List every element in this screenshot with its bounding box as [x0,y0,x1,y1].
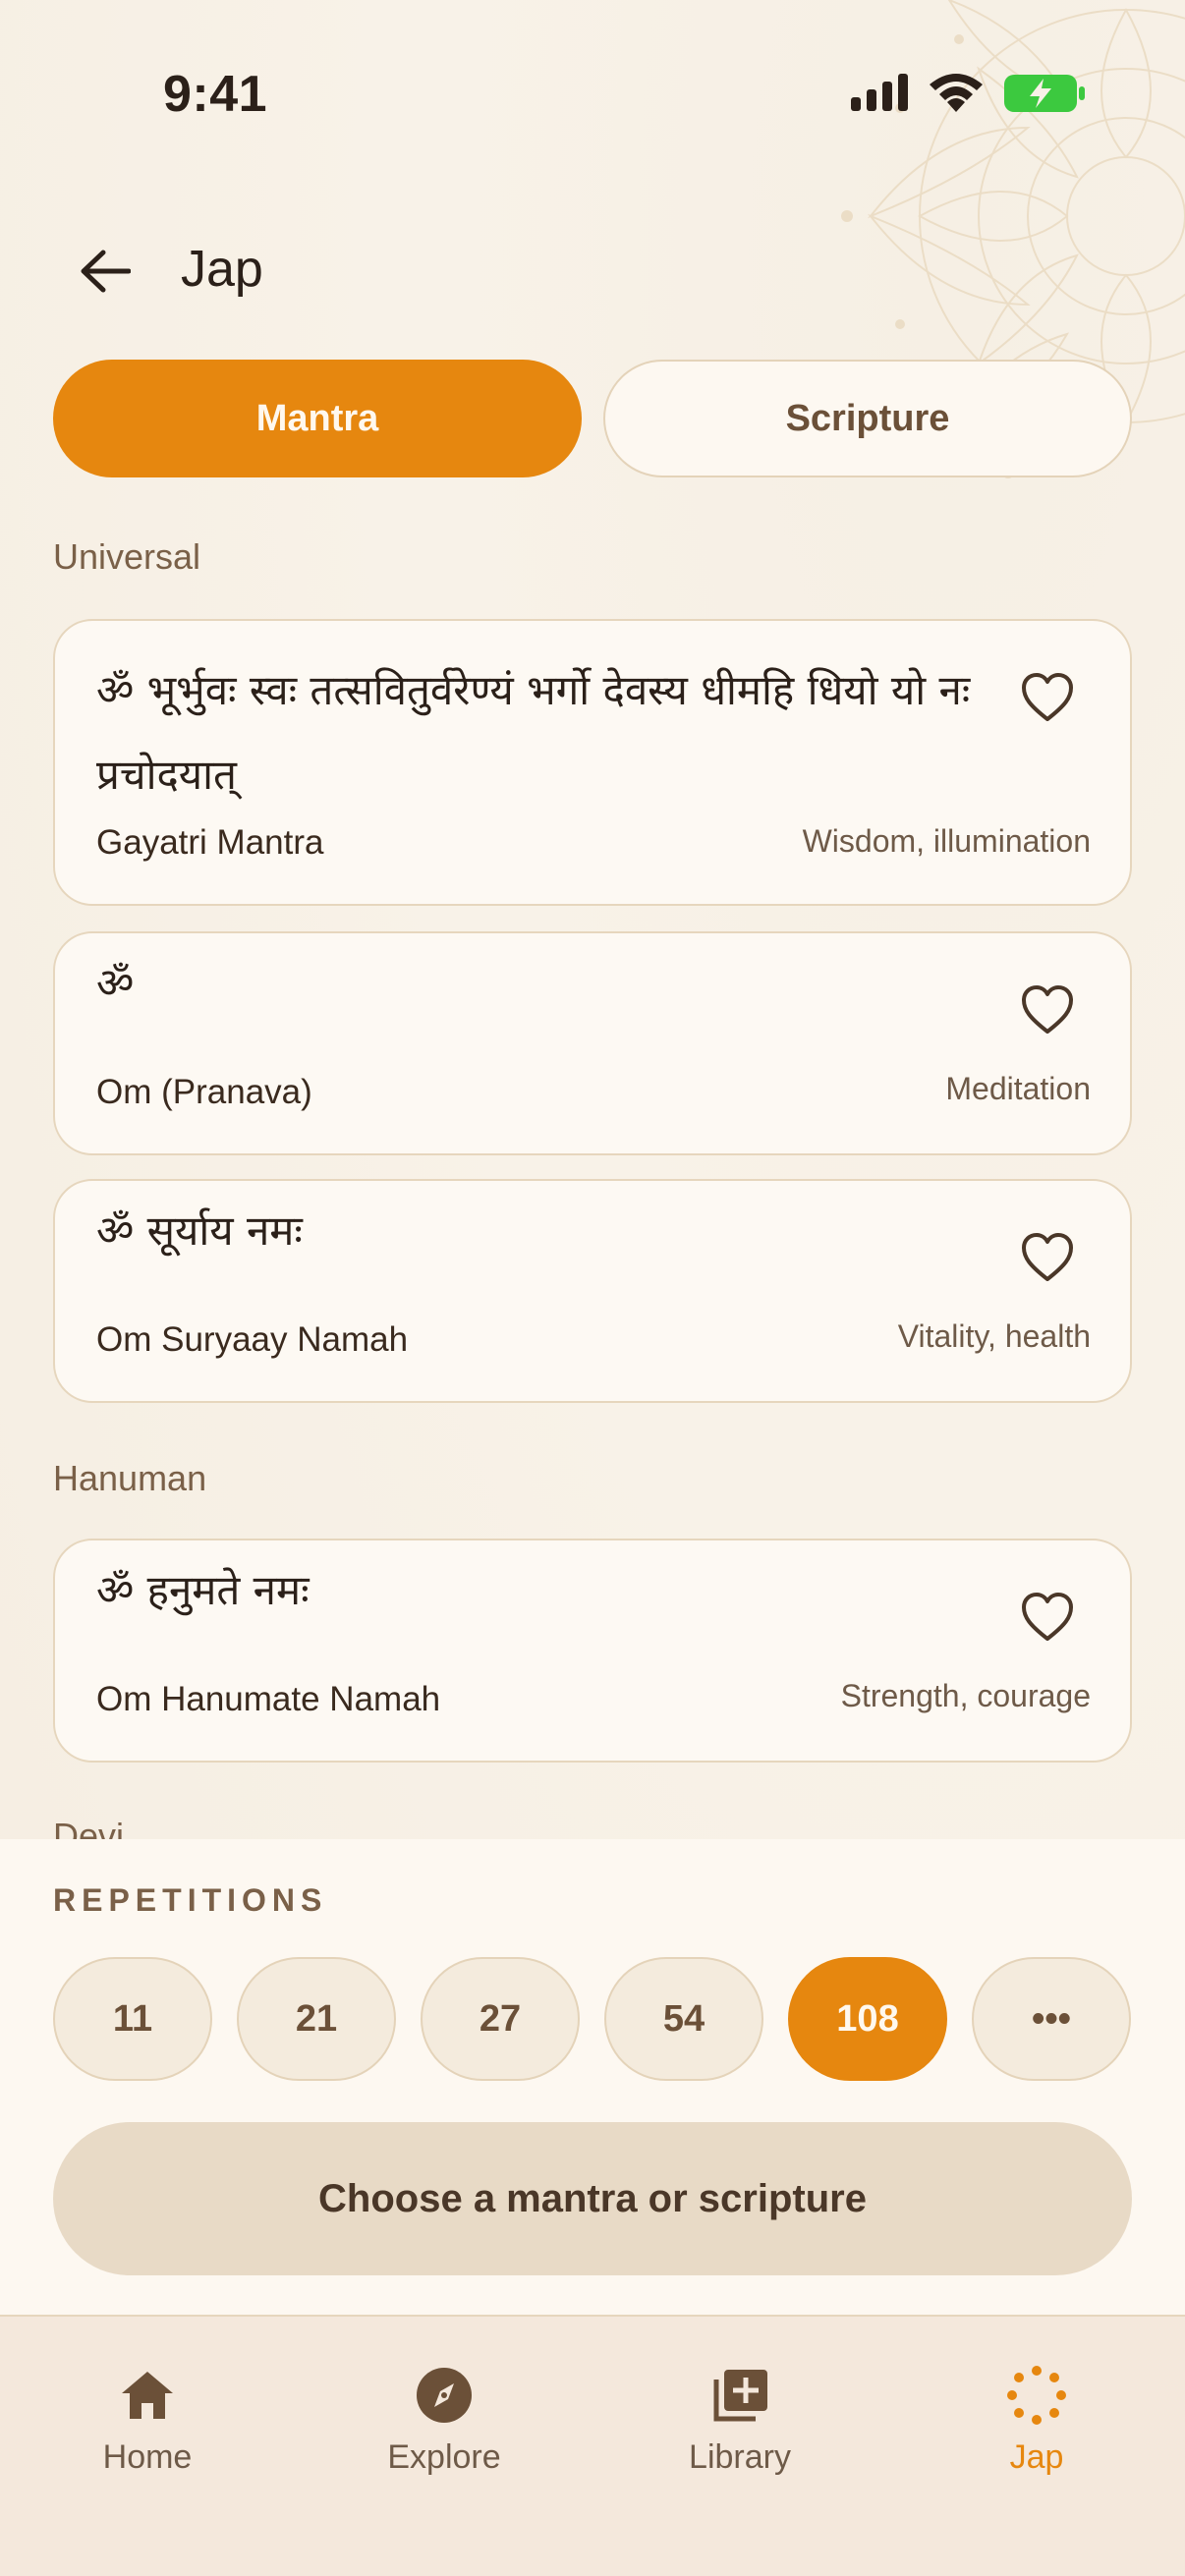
arrow-left-icon [81,250,131,293]
mantra-card-om[interactable]: ॐ Om (Pranava) Meditation [53,931,1132,1155]
repetition-option-108[interactable]: 108 [788,1957,947,2081]
repetition-more-button[interactable]: ••• [972,1957,1131,2081]
mantra-name: Om Hanumate Namah [96,1680,441,1718]
nav-label: Jap [1009,2438,1064,2476]
section-label-hanuman: Hanuman [53,1458,207,1498]
back-button[interactable] [71,242,140,301]
heart-icon[interactable] [1020,1232,1075,1283]
mantra-sanskrit: ॐ [96,959,135,1007]
mantra-benefit: Wisdom, illumination [802,823,1091,859]
heart-icon[interactable] [1020,984,1075,1036]
signal-icon [851,74,908,111]
page-title: Jap [181,241,263,298]
header: Jap [0,226,1185,314]
tab-bar: Mantra Scripture [53,360,1132,477]
repetition-option-54[interactable]: 54 [604,1957,763,2081]
status-icons [851,73,1087,114]
mantra-benefit: Meditation [945,1071,1091,1106]
nav-item-explore[interactable]: Explore [297,2364,592,2477]
status-time: 9:41 [163,66,268,123]
status-bar: 9:41 [0,0,1185,147]
mantra-benefit: Vitality, health [897,1318,1091,1354]
section-label-universal: Universal [53,536,201,577]
library-add-icon [713,2370,767,2422]
nav-label: Library [689,2438,791,2476]
tab-mantra[interactable]: Mantra [53,360,582,477]
mantra-name: Gayatri Mantra [96,823,324,862]
screen: 9:41 Jap Mantra Scripture Universal ॐ भू… [0,0,1185,2576]
nav-label: Home [102,2438,193,2476]
repetitions-options: 11 21 27 54 108 ••• [53,1957,1132,2081]
jap-beads-icon [1007,2366,1066,2425]
repetition-option-27[interactable]: 27 [421,1957,580,2081]
choose-mantra-button[interactable]: Choose a mantra or scripture [53,2122,1132,2275]
battery-icon [1004,75,1085,112]
tab-scripture[interactable]: Scripture [603,360,1132,477]
repetition-option-11[interactable]: 11 [53,1957,212,2081]
repetitions-sheet: REPETITIONS 11 21 27 54 108 ••• Choose a… [0,1839,1185,2315]
mantra-benefit: Strength, courage [840,1678,1091,1713]
mantra-sanskrit: ॐ भूर्भुवः स्वः तत्सवितुर्वरेण्यं भर्गो … [96,666,971,799]
home-icon [122,2372,173,2419]
mantra-name: Om (Pranava) [96,1073,312,1111]
repetitions-label: REPETITIONS [53,1882,328,1918]
bottom-nav: Home Explore Library Jap [0,2315,1185,2576]
mantra-card-surya[interactable]: ॐ सूर्याय नमः Om Suryaay Namah Vitality,… [53,1179,1132,1403]
repetition-option-21[interactable]: 21 [237,1957,396,2081]
wifi-icon [930,74,983,112]
mantra-card-hanuman[interactable]: ॐ हनुमते नमः Om Hanumate Namah Strength,… [53,1539,1132,1763]
mantra-sanskrit: ॐ हनुमते नमः [96,1566,310,1614]
heart-icon[interactable] [1020,1592,1075,1643]
nav-label: Explore [387,2438,501,2476]
heart-icon[interactable] [1020,672,1075,723]
mantra-card-gayatri[interactable]: ॐ भूर्भुवः स्वः तत्सवितुर्वरेण्यं भर्गो … [53,619,1132,906]
nav-item-library[interactable]: Library [592,2364,887,2477]
nav-item-home[interactable]: Home [0,2364,295,2477]
mantra-sanskrit: ॐ सूर्याय नमः [96,1206,303,1255]
mantra-name: Om Suryaay Namah [96,1320,409,1359]
nav-item-jap[interactable]: Jap [889,2364,1184,2477]
compass-icon [417,2368,472,2423]
